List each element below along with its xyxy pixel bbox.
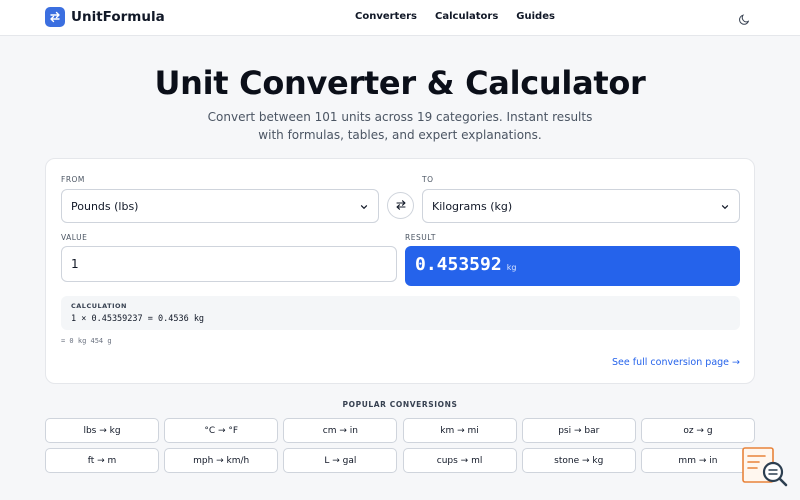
swap-arrows-icon [395,196,407,215]
nav-guides[interactable]: Guides [516,11,555,22]
subtitle-line-2: with formulas, tables, and expert explan… [258,128,542,142]
secondary-result: = 0 kg 454 g [61,337,112,345]
popular-ft-m[interactable]: ft → m [45,448,159,473]
nav-calculators[interactable]: Calculators [435,11,498,22]
value-input[interactable] [61,246,397,282]
popular-mph-kmh[interactable]: mph → km/h [164,448,279,473]
from-unit-select[interactable]: Pounds (lbs) [61,189,379,223]
full-conversion-link[interactable]: See full conversion page → [612,357,740,368]
search-document-icon[interactable] [741,446,789,488]
popular-conversions-heading: POPULAR CONVERSIONS [342,400,458,409]
page-title: Unit Converter & Calculator [154,64,646,102]
to-unit-select[interactable]: Kilograms (kg) [422,189,740,223]
subtitle-line-1: Convert between 101 units across 19 cate… [207,110,593,124]
popular-km-mi[interactable]: km → mi [402,418,517,443]
result-label: RESULT [405,233,436,242]
popular-mm-in[interactable]: mm → in [640,448,755,473]
popular-stone-kg[interactable]: stone → kg [521,448,636,473]
chevron-down-icon [359,202,369,212]
main-nav: Converters Calculators Guides [355,11,573,22]
nav-converters[interactable]: Converters [355,11,417,22]
calculation-label: CALCULATION [71,302,127,310]
value-label: VALUE [61,233,88,242]
popular-cm-in[interactable]: cm → in [283,418,398,443]
calculation-formula: 1 × 0.45359237 = 0.4536 kg [71,314,205,324]
brand-name: UnitFormula [71,9,165,25]
swap-units-button[interactable] [387,192,414,219]
result-unit: kg [506,263,517,272]
site-header: UnitFormula Converters Calculators Guide… [0,0,800,36]
swap-arrows-icon [45,7,65,27]
calculation-box: CALCULATION 1 × 0.45359237 = 0.4536 kg [61,296,740,330]
popular-cups-ml[interactable]: cups → ml [402,448,517,473]
brand-logo[interactable]: UnitFormula [45,7,165,27]
from-unit-value: Pounds (lbs) [71,199,139,213]
popular-oz-g[interactable]: oz → g [640,418,755,443]
converter-card: FROM Pounds (lbs) TO Kilograms (kg) VALU… [45,158,755,384]
chevron-down-icon [720,202,730,212]
popular-lbs-kg[interactable]: lbs → kg [45,418,159,443]
popular-psi-bar[interactable]: psi → bar [521,418,636,443]
popular-c-f[interactable]: °C → °F [164,418,279,443]
popular-conversions-grid: lbs → kg °C → °F cm → in km → mi psi → b… [45,418,755,473]
from-label: FROM [61,175,85,184]
to-unit-value: Kilograms (kg) [432,199,513,213]
result-display: 0.453592 kg [405,246,740,286]
popular-l-gal[interactable]: L → gal [283,448,398,473]
result-value: 0.453592 [415,254,502,275]
moon-icon[interactable] [738,11,752,25]
page-subtitle: Convert between 101 units across 19 cate… [200,108,600,144]
to-label: TO [422,175,434,184]
